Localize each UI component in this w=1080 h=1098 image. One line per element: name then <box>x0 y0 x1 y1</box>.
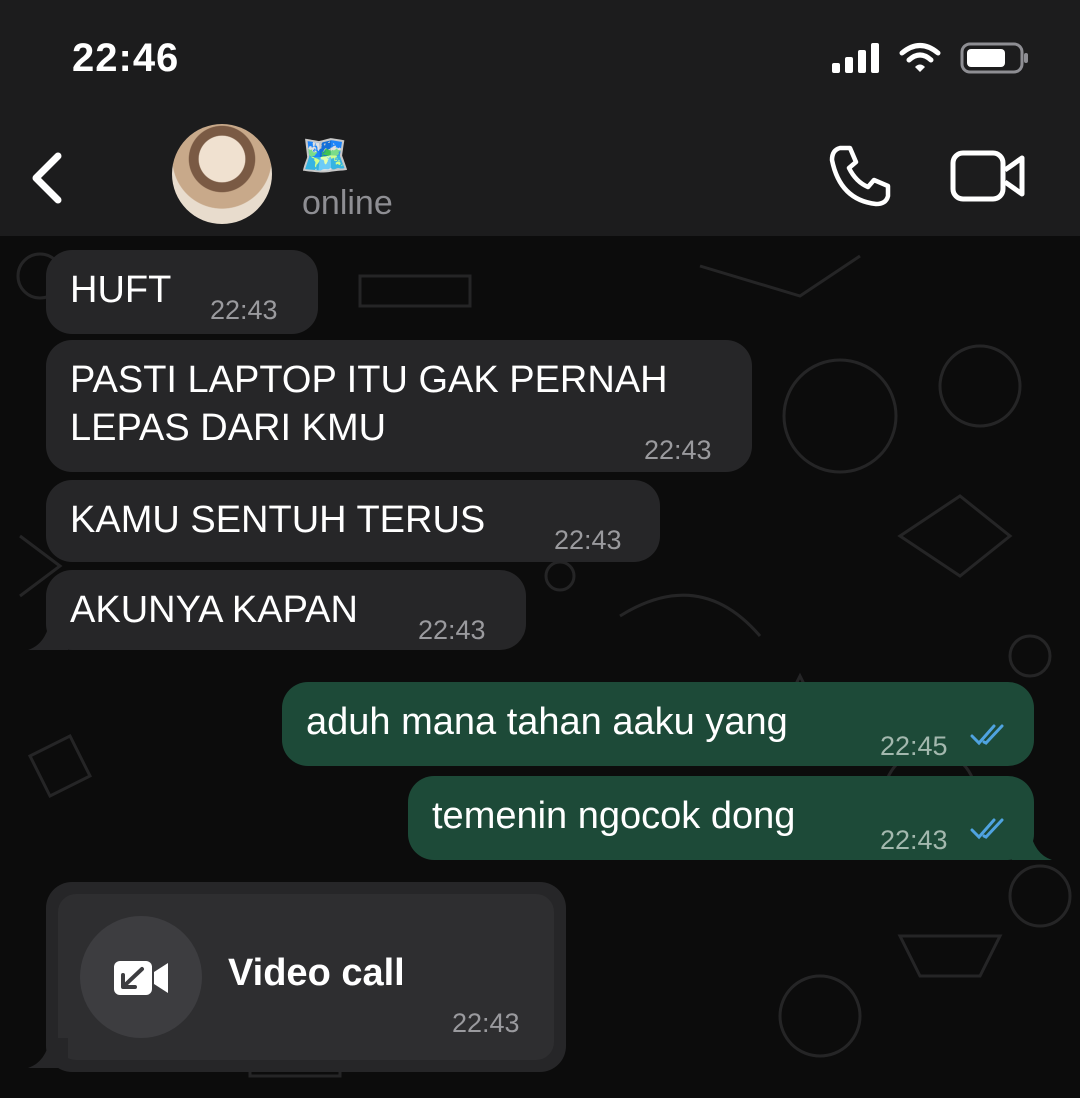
status-bar: 22:46 <box>0 0 1080 118</box>
battery-icon <box>960 42 1028 74</box>
contact-name[interactable]: 🗺️ <box>300 132 350 179</box>
bubble-tail-outgoing <box>1012 830 1052 860</box>
chat-header: 🗺️ online <box>0 118 1080 236</box>
message-time: 22:43 <box>554 525 622 555</box>
message-bubble-outgoing[interactable]: temenin ngocok dong 22:43 <box>408 776 1034 860</box>
message-text: temenin ngocok dong <box>432 795 796 837</box>
message-bubble-incoming[interactable]: AKUNYA KAPAN 22:43 <box>46 570 526 650</box>
video-call-icon-circle <box>80 916 202 1038</box>
chat-area[interactable]: HUFT 22:43 PASTI LAPTOP ITU GAK PERNAH L… <box>0 236 1080 1098</box>
message-bubble-incoming[interactable]: PASTI LAPTOP ITU GAK PERNAH LEPAS DARI K… <box>46 340 752 472</box>
video-camera-icon[interactable] <box>950 148 1026 204</box>
bubble-tail-incoming <box>28 1038 68 1068</box>
wifi-icon <box>899 43 941 72</box>
message-text: aduh mana tahan aaku yang <box>306 701 788 743</box>
message-time: 22:43 <box>880 825 948 855</box>
message-bubble-outgoing[interactable]: aduh mana tahan aaku yang 22:45 <box>282 682 1034 766</box>
message-time: 22:43 <box>210 295 278 325</box>
video-call-label: Video call <box>228 952 405 994</box>
video-call-card-body: Video call 22:43 <box>58 894 554 1060</box>
system-icons <box>832 38 1030 78</box>
bubble-tail-incoming <box>28 620 68 650</box>
video-call-card[interactable]: Video call 22:43 <box>46 882 566 1072</box>
back-chevron-icon[interactable] <box>24 148 74 208</box>
incoming-video-call-icon <box>114 961 168 995</box>
status-time: 22:46 <box>72 36 180 80</box>
message-text: KAMU SENTUH TERUS <box>70 499 486 541</box>
message-bubble-incoming[interactable]: HUFT 22:43 <box>46 250 318 334</box>
signal-icon <box>832 43 879 73</box>
message-text: PASTI LAPTOP ITU GAK PERNAH LEPAS DARI K… <box>70 359 668 449</box>
video-call-time: 22:43 <box>452 1008 520 1038</box>
contact-avatar[interactable] <box>172 124 272 224</box>
message-text: HUFT <box>70 269 172 311</box>
message-text: AKUNYA KAPAN <box>70 589 358 631</box>
message-time: 22:43 <box>644 435 712 465</box>
phone-icon[interactable] <box>826 142 892 208</box>
contact-status: online <box>302 184 393 222</box>
read-receipt-icon <box>970 818 1004 840</box>
message-time: 22:43 <box>418 615 486 645</box>
message-bubble-incoming[interactable]: KAMU SENTUH TERUS 22:43 <box>46 480 660 562</box>
message-time: 22:45 <box>880 731 948 761</box>
read-receipt-icon <box>970 724 1004 746</box>
